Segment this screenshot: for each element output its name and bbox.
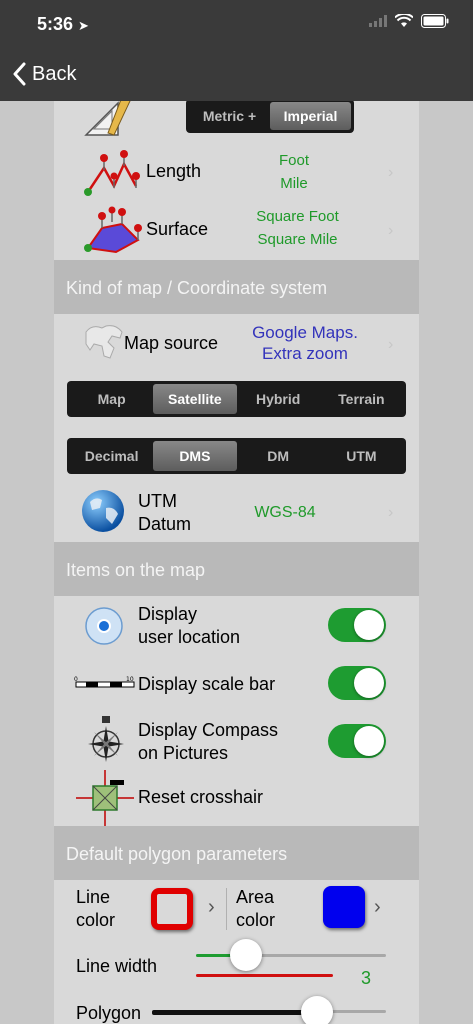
surface-measure-icon (84, 206, 142, 254)
chevron-right-icon: › (388, 504, 394, 521)
settings-panel: Metric + Imperial Length Foot Mile › Sur… (54, 101, 419, 1024)
user-location-label-1: Display (138, 604, 198, 624)
line-color-label-1: Line (76, 887, 111, 907)
user-location-label-2: user location (138, 627, 241, 647)
unit-system-segmented: Metric + Imperial (186, 101, 354, 133)
area-color-swatch[interactable] (323, 886, 365, 928)
location-dot-icon (85, 607, 123, 645)
surface-row[interactable]: Surface Square Foot Square Mile › (54, 202, 419, 260)
line-width-track (242, 954, 386, 957)
status-time: 5:36 ➤ (37, 14, 89, 34)
segment-terrain[interactable]: Terrain (320, 384, 403, 414)
scale-bar-row: 0 10 Display scale bar (54, 654, 419, 712)
navigation-bar: Back (0, 50, 473, 101)
ruler-triangle-icon (84, 101, 131, 136)
section-title: Kind of map / Coordinate system (66, 278, 328, 298)
map-source-label: Map source (124, 333, 219, 353)
globe-map-icon (85, 325, 123, 359)
line-width-value: 3 (360, 968, 371, 988)
svg-text:10: 10 (126, 676, 134, 683)
segment-dms[interactable]: DMS (153, 441, 237, 471)
polygon-track-filled (152, 1010, 304, 1015)
chevron-right-icon[interactable]: › (208, 896, 215, 919)
user-location-row: Display user location (54, 596, 419, 654)
polygon-slider-thumb[interactable] (301, 996, 333, 1024)
back-button[interactable]: Back (12, 62, 76, 86)
line-color-swatch[interactable] (151, 888, 193, 930)
segment-utm[interactable]: UTM (320, 441, 403, 471)
compass-toggle[interactable] (328, 724, 386, 758)
segment-hybrid[interactable]: Hybrid (237, 384, 320, 414)
map-type-segmented: Map Satellite Hybrid Terrain (67, 381, 406, 417)
line-width-row: Line width 3 (54, 938, 419, 988)
coordinate-format-segmented: Decimal DMS DM UTM (67, 438, 406, 474)
scale-bar-toggle[interactable] (328, 666, 386, 700)
chevron-right-icon[interactable]: › (374, 896, 381, 919)
scale-bar-label: Display scale bar (138, 674, 276, 694)
length-secondary-unit: Mile (280, 175, 308, 192)
line-width-label: Line width (76, 956, 158, 976)
segment-dm[interactable]: DM (237, 441, 320, 471)
signal-icon (369, 15, 387, 27)
length-measure-icon (84, 150, 140, 196)
polygon-label: Polygon (76, 1003, 142, 1023)
segment-map[interactable]: Map (70, 384, 153, 414)
segment-satellite[interactable]: Satellite (153, 384, 237, 414)
line-width-slider-thumb[interactable] (230, 939, 262, 971)
reset-crosshair-label: Reset crosshair (138, 787, 264, 807)
svg-text:0: 0 (74, 676, 78, 683)
section-title: Items on the map (66, 560, 206, 580)
area-color-label-2: color (236, 910, 276, 930)
section-title: Default polygon parameters (66, 844, 288, 864)
map-source-value-1: Google Maps. (252, 323, 358, 342)
status-icons (369, 14, 449, 28)
surface-secondary-unit: Square Mile (257, 231, 338, 248)
compass-label-1: Display Compass (138, 720, 279, 740)
color-row: Line color › Area color › (54, 880, 419, 938)
wifi-icon (395, 14, 413, 27)
chevron-right-icon: › (388, 336, 394, 353)
earth-globe-icon (82, 490, 124, 532)
section-header-polygon: Default polygon parameters (54, 826, 419, 880)
segment-metric[interactable]: Metric + (189, 102, 270, 130)
datum-row[interactable]: UTM Datum WGS-84 › (54, 484, 419, 542)
crosshair-icon (76, 770, 134, 826)
surface-label: Surface (146, 219, 209, 239)
section-header-map: Kind of map / Coordinate system (54, 260, 419, 314)
section-header-items: Items on the map (54, 542, 419, 596)
chevron-right-icon: › (388, 164, 394, 181)
datum-label-1: UTM (138, 491, 177, 511)
user-location-toggle[interactable] (328, 608, 386, 642)
segment-imperial[interactable]: Imperial (270, 102, 351, 130)
chevron-left-icon (13, 62, 26, 86)
divider (226, 888, 227, 930)
compass-label-2: on Pictures (138, 743, 229, 763)
length-label: Length (146, 161, 202, 181)
length-primary-unit: Foot (278, 152, 309, 169)
compass-rose-icon (88, 716, 124, 762)
map-source-value-2: Extra zoom (262, 344, 348, 363)
compass-row: Display Compass on Pictures (54, 712, 419, 770)
line-color-label-2: color (76, 910, 116, 930)
length-row[interactable]: Length Foot Mile › (54, 146, 419, 202)
map-source-row[interactable]: Map source Google Maps. Extra zoom › (54, 314, 419, 374)
battery-icon (421, 14, 449, 28)
scale-bar-icon: 0 10 (74, 676, 135, 688)
back-label: Back (32, 62, 77, 85)
datum-value: WGS-84 (254, 504, 316, 521)
line-width-preview (196, 974, 333, 977)
status-bar: 5:36 ➤ (0, 0, 473, 50)
chevron-right-icon: › (388, 222, 394, 239)
datum-label-2: Datum (138, 514, 192, 534)
units-row: Metric + Imperial (54, 101, 419, 146)
segment-decimal[interactable]: Decimal (70, 441, 153, 471)
surface-primary-unit: Square Foot (256, 208, 339, 225)
reset-crosshair-row[interactable]: Reset crosshair (54, 770, 419, 826)
area-color-label-1: Area (236, 887, 275, 907)
polygon-row: Polygon (54, 988, 419, 1024)
